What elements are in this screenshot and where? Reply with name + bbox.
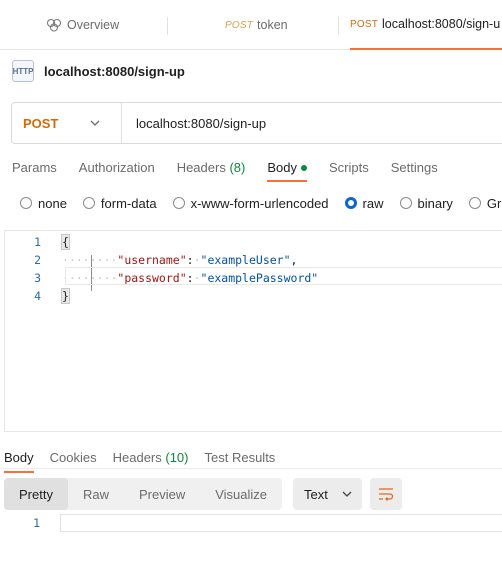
response-tabs: Body Cookies Headers (10) Test Results (4, 446, 291, 473)
open-brace: { (61, 234, 70, 250)
wrap-lines-button[interactable] (370, 478, 402, 510)
radio-binary-label: binary (417, 195, 453, 211)
radio-form-data[interactable]: form-data (82, 195, 157, 211)
response-format-value: Text (304, 486, 328, 502)
method-select[interactable]: POST (12, 103, 122, 143)
url-input[interactable] (136, 115, 436, 131)
url-bar: POST (11, 102, 502, 144)
json-key: "username" (117, 253, 187, 267)
line-number: 1 (33, 516, 40, 530)
chevron-down-icon (342, 489, 352, 500)
tab-response-headers[interactable]: Headers (10) (113, 450, 189, 465)
tab-authorization[interactable]: Authorization (79, 160, 155, 175)
editor-line: 4 } (5, 287, 502, 305)
tab-method-badge: POST (350, 18, 379, 30)
line-number: 4 (34, 289, 41, 303)
radio-raw[interactable]: raw (344, 195, 384, 211)
radio-form-data-label: form-data (100, 195, 157, 211)
tab-body-label: Body (267, 159, 297, 175)
radio-urlencoded-label: x-www-form-urlencoded (190, 195, 329, 211)
response-headers-count: (10) (165, 449, 189, 465)
current-line-highlight (65, 267, 502, 285)
radio-circle (20, 197, 32, 209)
radio-circle (399, 197, 412, 209)
radio-circle (172, 197, 185, 209)
http-icon-text: HTTP (12, 66, 34, 76)
code-line: } (61, 288, 70, 304)
radio-graphql-label: Gra (486, 195, 502, 211)
line-number: 2 (34, 253, 41, 267)
code-line: { (61, 234, 70, 250)
line-number: 3 (34, 271, 41, 285)
tab-test-results[interactable]: Test Results (205, 450, 276, 465)
tab-params[interactable]: Params (12, 160, 57, 175)
tab-sign-up[interactable]: POST localhost:8080/sign-u (350, 0, 502, 50)
tab-headers[interactable]: Headers (8) (177, 160, 246, 175)
radio-raw-label: raw (362, 195, 384, 211)
radio-circle (82, 197, 95, 209)
current-line-highlight (60, 514, 502, 532)
response-format-select[interactable]: Text (293, 478, 362, 510)
tab-token[interactable]: POST token (225, 0, 345, 50)
radio-urlencoded[interactable]: x-www-form-urlencoded (172, 195, 329, 211)
radio-circle-selected (344, 197, 357, 209)
tab-divider (167, 17, 168, 35)
view-preview-button[interactable]: Preview (124, 478, 200, 510)
code-line: ········"username":·"exampleUser", (62, 253, 298, 267)
request-subtabs: Params Authorization Headers (8) Body Sc… (12, 156, 460, 182)
radio-binary[interactable]: binary (399, 195, 453, 211)
tab-divider (338, 17, 339, 35)
line-number: 1 (34, 235, 41, 249)
request-tab-bar: Overview POST token POST localhost:8080/… (0, 0, 502, 50)
radio-circle (468, 197, 481, 209)
view-pretty-button[interactable]: Pretty (4, 478, 68, 510)
tab-response-cookies[interactable]: Cookies (50, 450, 97, 465)
radio-none[interactable]: none (20, 196, 67, 211)
tab-body[interactable]: Body (267, 159, 307, 182)
radio-graphql[interactable]: Gra (468, 195, 502, 211)
close-brace: } (61, 288, 70, 304)
view-raw-button[interactable]: Raw (68, 478, 124, 510)
tab-method-badge: POST (225, 19, 254, 31)
body-indicator-dot (300, 165, 307, 172)
wrap-lines-icon (379, 488, 394, 501)
json-value: "exampleUser" (200, 253, 291, 267)
overview-icon (46, 18, 62, 32)
request-header: HTTP localhost:8080/sign-up (12, 58, 185, 84)
whitespace-marker: ········ (62, 253, 118, 267)
chevron-down-icon (90, 118, 100, 129)
tab-scripts[interactable]: Scripts (329, 160, 369, 175)
request-body-editor[interactable]: 1 { 2 ········"username":·"exampleUser",… (4, 230, 502, 432)
body-type-selector: none form-data x-www-form-urlencoded raw… (20, 194, 502, 212)
tab-headers-label: Headers (176, 159, 226, 175)
http-icon: HTTP (12, 60, 34, 82)
request-name[interactable]: localhost:8080/sign-up (44, 64, 185, 79)
tab-response-headers-label: Headers (112, 449, 162, 465)
view-visualize-button[interactable]: Visualize (200, 478, 282, 510)
tab-overview-label: Overview (67, 18, 120, 32)
tab-response-body[interactable]: Body (4, 450, 34, 473)
headers-count: (8) (229, 159, 246, 175)
editor-line: 1 { (5, 233, 502, 251)
response-body-editor[interactable]: 1 (0, 514, 502, 536)
tab-settings[interactable]: Settings (391, 160, 438, 175)
tab-sign-up-label: localhost:8080/sign-u (382, 17, 501, 31)
radio-none-label: none (38, 195, 67, 211)
divider (0, 468, 502, 469)
tab-token-label: token (257, 18, 288, 32)
response-view-modes: Pretty Raw Preview Visualize (4, 478, 283, 510)
method-value: POST (23, 115, 59, 131)
tab-overview[interactable]: Overview (46, 0, 166, 50)
